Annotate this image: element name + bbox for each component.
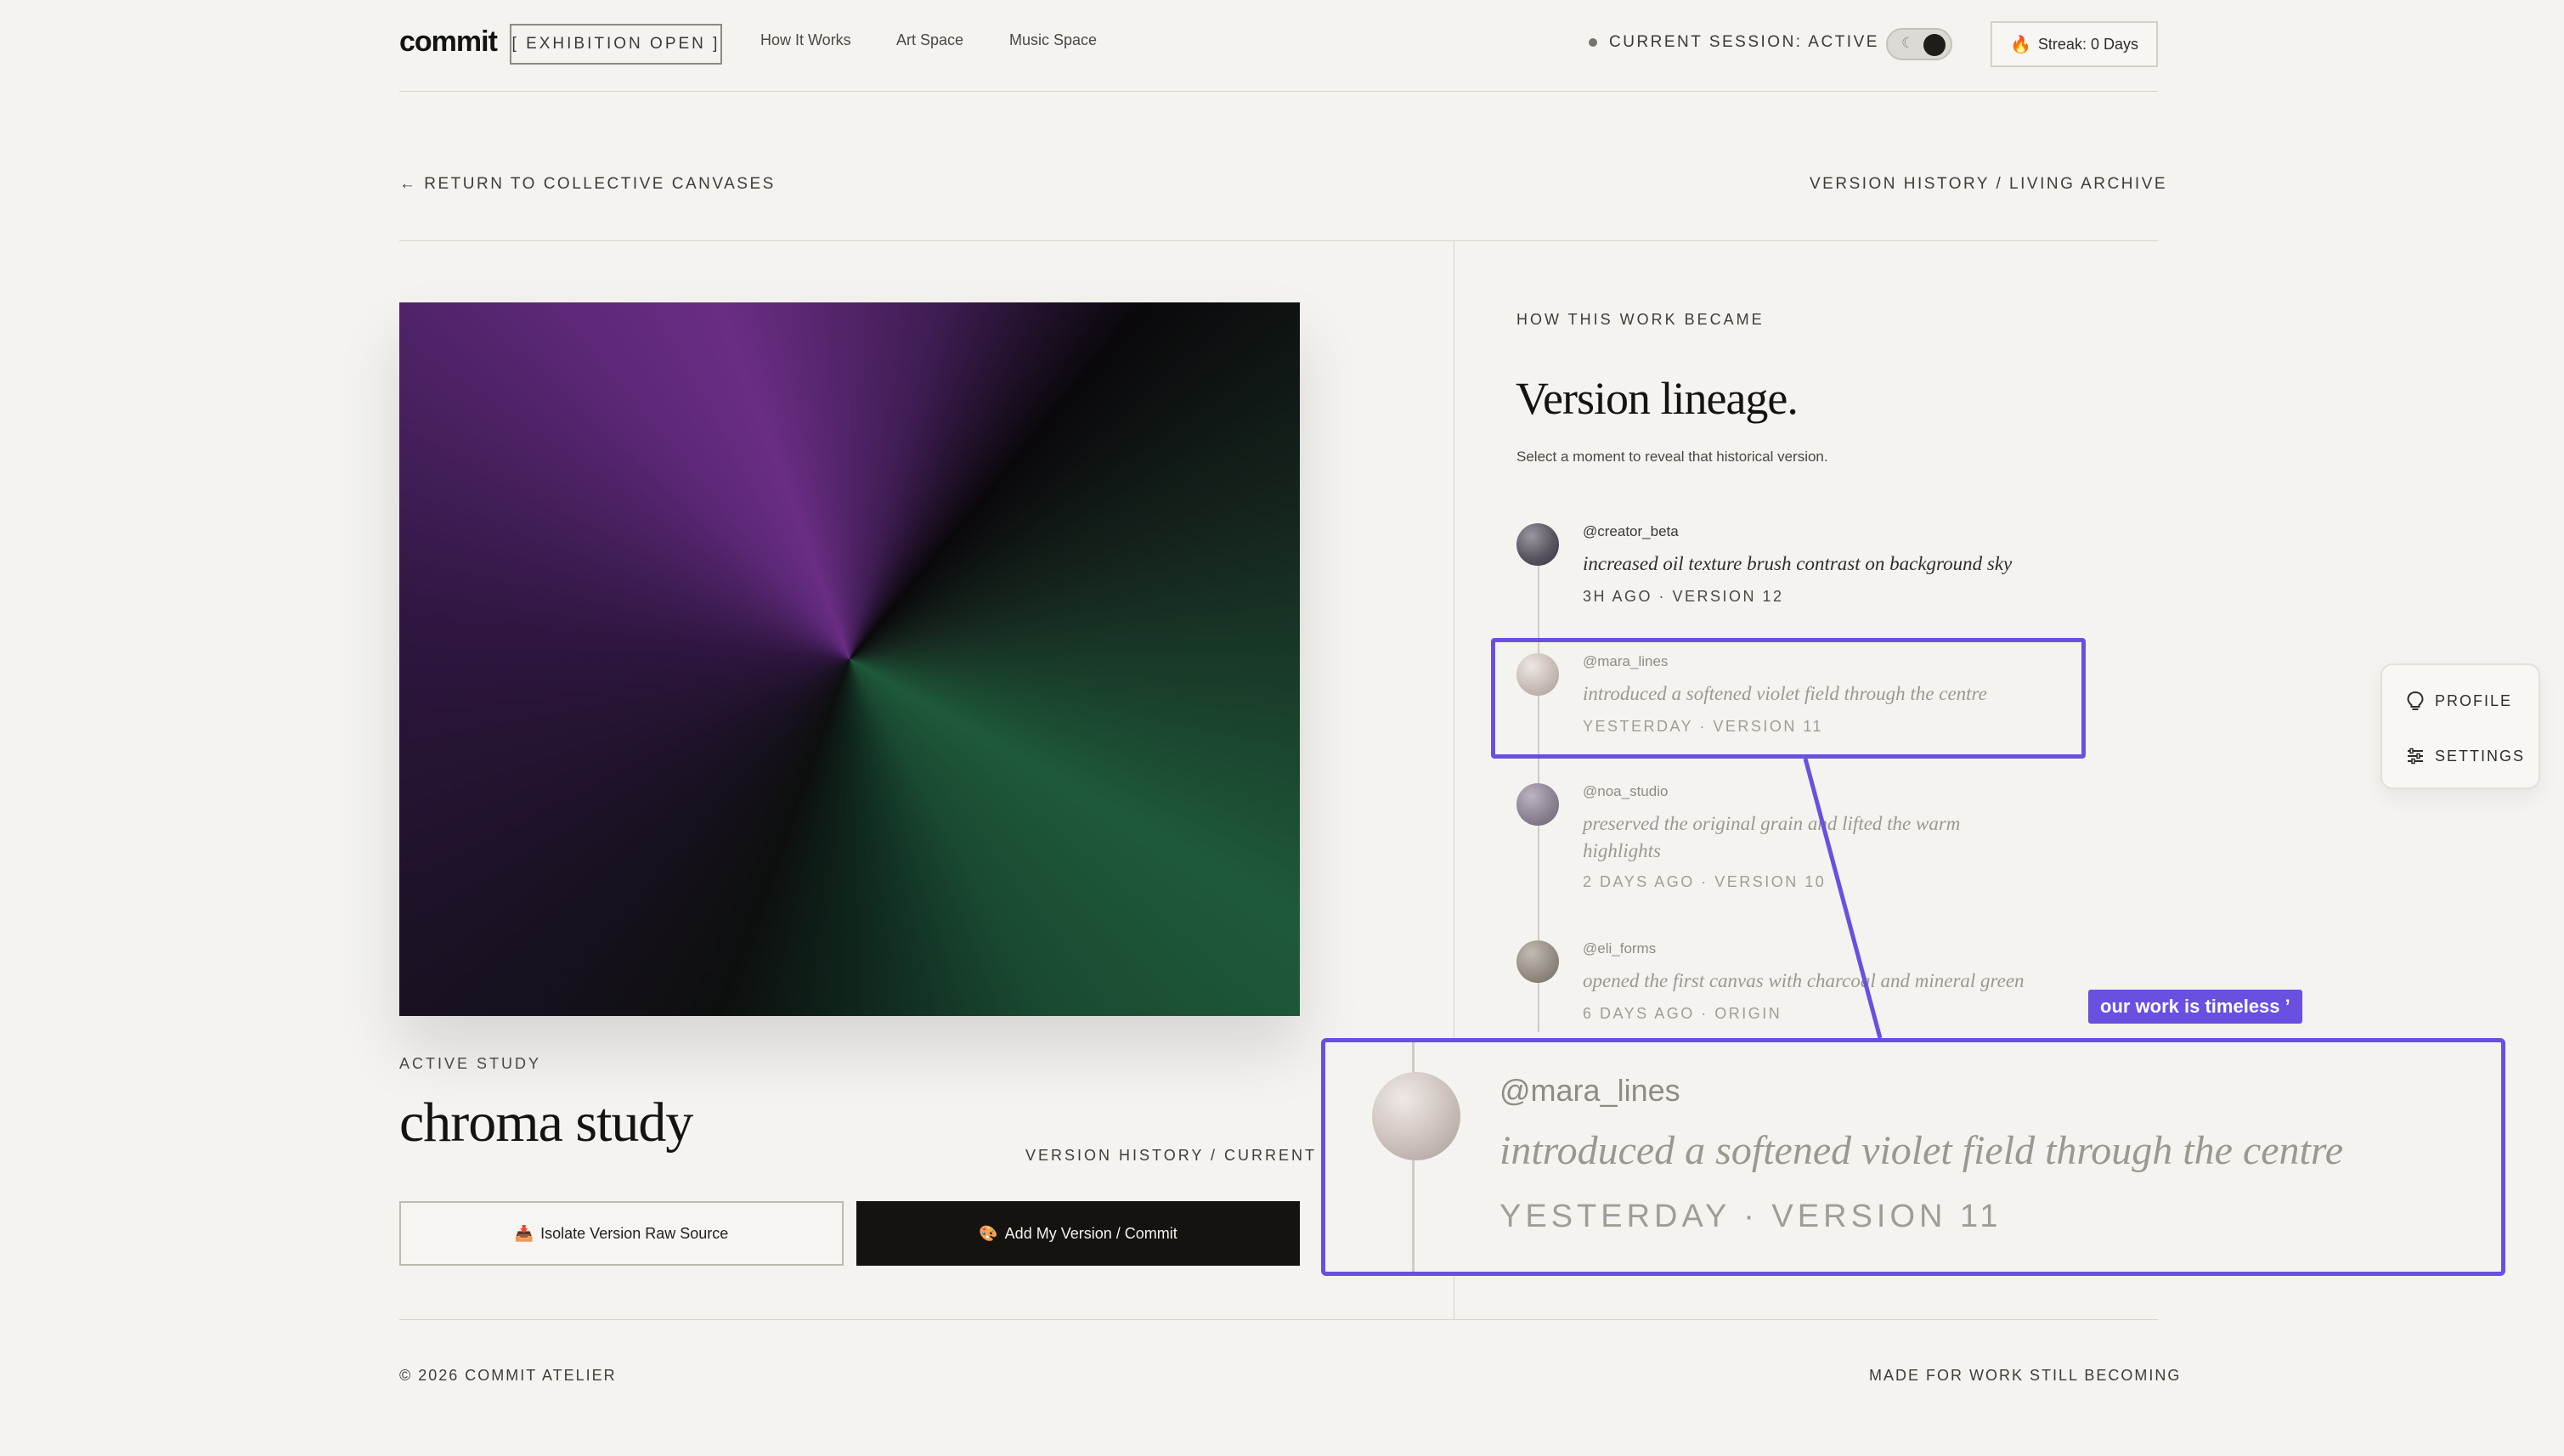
- floating-menu: PROFILE SETTINGS: [2380, 663, 2540, 789]
- palette-icon: 🎨: [979, 1224, 998, 1242]
- status-dot-icon: [1589, 38, 1597, 47]
- nav-how-it-works[interactable]: How It Works: [760, 31, 851, 49]
- artwork-title: chroma study: [399, 1092, 693, 1154]
- lineage-eyebrow: HOW THIS WORK BECAME: [1516, 311, 1765, 328]
- avatar: [1516, 523, 1559, 566]
- commit-version-button[interactable]: 🎨 Add My Version / Commit: [856, 1201, 1300, 1266]
- isolate-version-label: Isolate Version Raw Source: [540, 1224, 729, 1242]
- annotation-caption: our work is timeless ’: [2088, 990, 2302, 1024]
- streak-button[interactable]: 🔥 Streak: 0 Days: [1991, 21, 2158, 67]
- lineage-entry-12[interactable]: @creator_beta increased oil texture brus…: [1516, 523, 2094, 617]
- highlight-box: [1491, 638, 2086, 759]
- settings-label: SETTINGS: [2435, 747, 2526, 765]
- lineage-subtitle: Select a moment to reveal that historica…: [1516, 449, 1828, 465]
- zoom-avatar: [1372, 1072, 1460, 1160]
- footer-divider: [399, 1319, 2158, 1320]
- avatar: [1516, 940, 1559, 983]
- profile-label: PROFILE: [2435, 691, 2513, 709]
- lineage-entry-origin[interactable]: @eli_forms opened the first canvas with …: [1516, 940, 2094, 1034]
- sliders-icon: [2408, 748, 2423, 765]
- entry-description: opened the first canvas with charcoal an…: [1583, 970, 2025, 991]
- subheader-divider: [399, 240, 2158, 241]
- zoom-meta: YESTERDAY · VERSION 11: [1499, 1199, 2002, 1234]
- theme-toggle[interactable]: ☾: [1886, 28, 1952, 60]
- settings-menu-item[interactable]: SETTINGS: [2406, 747, 2525, 765]
- entry-meta: 3H AGO · VERSION 12: [1583, 588, 1784, 605]
- nav-art-space[interactable]: Art Space: [896, 31, 963, 49]
- return-to-canvases-link[interactable]: ← RETURN TO COLLECTIVE CANVASES: [399, 175, 776, 194]
- session-status: CURRENT SESSION: ACTIVE: [1589, 33, 1879, 52]
- header-divider: [399, 91, 2158, 92]
- entry-meta: 6 DAYS AGO · ORIGIN: [1583, 1005, 1782, 1022]
- streak-label: Streak: 0 Days: [2037, 35, 2138, 53]
- moon-icon: ☾: [1901, 35, 1915, 51]
- toggle-knob: [1923, 34, 1946, 56]
- footer-tagline: MADE FOR WORK STILL BECOMING: [1869, 1367, 2182, 1384]
- archive-label: VERSION HISTORY / LIVING ARCHIVE: [1810, 175, 2168, 193]
- profile-menu-item[interactable]: PROFILE: [2406, 691, 2512, 711]
- entry-description: preserved the original grain and lifted …: [1583, 813, 1961, 861]
- entry-handle: @noa_studio: [1583, 783, 1669, 799]
- exhibition-status-badge: [ EXHIBITION OPEN ]: [510, 24, 722, 65]
- avatar: [1516, 783, 1559, 826]
- version-current-label: VERSION HISTORY / CURRENT: [1025, 1147, 1318, 1164]
- artwork-canvas: [399, 302, 1300, 1016]
- session-status-text: CURRENT SESSION: ACTIVE: [1609, 33, 1879, 51]
- entry-handle: @eli_forms: [1583, 940, 1657, 957]
- entry-meta: 2 DAYS AGO · VERSION 10: [1583, 873, 1827, 890]
- zoom-handle: @mara_lines: [1499, 1073, 1680, 1108]
- logo[interactable]: commit: [399, 25, 498, 59]
- flame-icon: 🔥: [2010, 35, 2031, 54]
- lineage-entry-10[interactable]: @noa_studio preserved the original grain…: [1516, 783, 2094, 902]
- zoom-inset: @mara_lines introduced a softened violet…: [1321, 1038, 2505, 1276]
- zoom-description: introduced a softened violet field throu…: [1499, 1128, 2344, 1173]
- bulb-icon: [2407, 691, 2424, 710]
- commit-version-label: Add My Version / Commit: [1004, 1224, 1178, 1242]
- nav-music-space[interactable]: Music Space: [1009, 31, 1097, 49]
- download-tray-icon: 📥: [514, 1224, 534, 1242]
- entry-handle: @creator_beta: [1583, 523, 1679, 539]
- isolate-version-button[interactable]: 📥 Isolate Version Raw Source: [399, 1201, 844, 1266]
- lineage-title: Version lineage.: [1516, 373, 1799, 424]
- active-study-label: ACTIVE STUDY: [399, 1055, 542, 1072]
- entry-description: increased oil texture brush contrast on …: [1583, 553, 2013, 574]
- footer-copyright: © 2026 COMMIT ATELIER: [399, 1367, 617, 1384]
